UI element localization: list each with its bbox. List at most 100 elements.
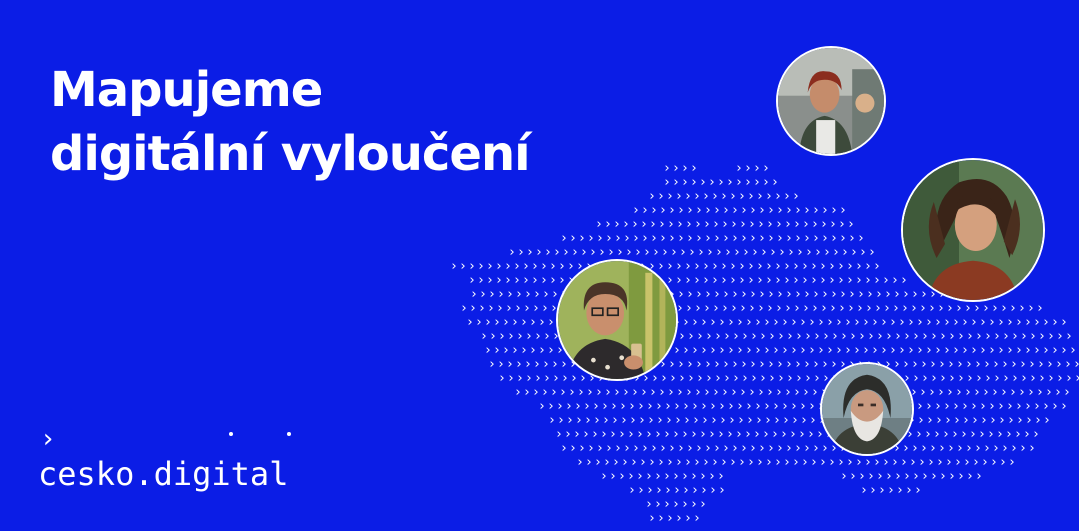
map-chevron-glyph: › <box>1023 427 1031 442</box>
map-chevron-glyph: › <box>484 343 492 358</box>
map-chevron-glyph: › <box>934 315 942 330</box>
map-chevron-glyph: › <box>663 175 671 190</box>
map-chevron-glyph: › <box>1011 329 1019 344</box>
map-chevron-glyph: › <box>785 441 793 456</box>
map-chevron-glyph: › <box>569 441 577 456</box>
map-chevron-glyph: › <box>1036 301 1044 316</box>
map-chevron-glyph: › <box>666 511 674 526</box>
senior-woman-phone-portrait-icon <box>558 261 676 379</box>
map-chevron-glyph: › <box>551 357 559 372</box>
map-chevron-glyph: › <box>971 413 979 428</box>
map-chevron-glyph: › <box>736 315 744 330</box>
map-chevron-glyph: › <box>820 217 828 232</box>
map-chevron-glyph: › <box>869 483 877 498</box>
map-chevron-glyph: › <box>857 287 865 302</box>
map-chevron-glyph: › <box>694 385 702 400</box>
map-chevron-glyph: › <box>739 385 747 400</box>
map-chevron-glyph: › <box>614 231 622 246</box>
map-chevron-glyph: › <box>529 315 537 330</box>
map-chevron-glyph: › <box>693 259 701 274</box>
map-chevron-glyph: › <box>1019 441 1027 456</box>
map-chevron-glyph: › <box>722 231 730 246</box>
map-chevron-glyph: › <box>903 329 911 344</box>
map-chevron-glyph: › <box>876 469 884 484</box>
map-chevron-glyph: › <box>515 357 523 372</box>
map-chevron-glyph: › <box>844 315 852 330</box>
map-chevron-glyph: › <box>703 385 711 400</box>
map-chevron-glyph: › <box>629 413 637 428</box>
map-chevron-glyph: › <box>753 175 761 190</box>
map-chevron-glyph: › <box>826 343 834 358</box>
map-chevron-glyph: › <box>718 343 726 358</box>
map-chevron-glyph: › <box>793 301 801 316</box>
map-chevron-glyph: › <box>514 301 522 316</box>
map-chevron-glyph: › <box>672 427 680 442</box>
map-chevron-glyph: › <box>828 259 836 274</box>
map-chevron-glyph: › <box>924 427 932 442</box>
map-chevron-glyph: › <box>787 245 795 260</box>
map-chevron-glyph: › <box>618 427 626 442</box>
map-chevron-glyph: › <box>998 413 1006 428</box>
map-chevron-glyph: › <box>547 343 555 358</box>
map-chevron-glyph: › <box>810 273 818 288</box>
map-chevron-glyph: › <box>711 189 719 204</box>
map-chevron-glyph: › <box>748 217 756 232</box>
map-chevron-glyph: › <box>756 273 764 288</box>
map-chevron-glyph: › <box>691 343 699 358</box>
map-chevron-glyph: › <box>641 441 649 456</box>
map-chevron-glyph: › <box>966 469 974 484</box>
map-chevron-glyph: › <box>926 413 934 428</box>
map-chevron-glyph: › <box>531 259 539 274</box>
map-chevron-glyph: › <box>943 399 951 414</box>
map-chevron-glyph: › <box>1020 371 1028 386</box>
map-chevron-glyph: › <box>766 217 774 232</box>
map-chevron-glyph: › <box>957 371 965 386</box>
map-chevron-glyph: › <box>663 427 671 442</box>
map-chevron-glyph: › <box>973 385 981 400</box>
map-chevron-glyph: › <box>622 385 630 400</box>
map-chevron-glyph: › <box>587 441 595 456</box>
map-chevron-glyph: › <box>796 245 804 260</box>
map-chevron-glyph: › <box>1054 385 1062 400</box>
map-chevron-glyph: › <box>636 427 644 442</box>
map-chevron-glyph: › <box>600 469 608 484</box>
map-chevron-glyph: › <box>982 385 990 400</box>
map-chevron-glyph: › <box>677 231 685 246</box>
map-chevron-glyph: › <box>812 441 820 456</box>
map-chevron-glyph: › <box>847 301 855 316</box>
map-chevron-glyph: › <box>801 259 809 274</box>
map-chevron-glyph: › <box>790 315 798 330</box>
map-chevron-glyph: › <box>654 497 662 512</box>
map-chevron-glyph: › <box>969 427 977 442</box>
map-chevron-glyph: › <box>975 329 983 344</box>
map-chevron-glyph: › <box>948 371 956 386</box>
map-chevron-glyph: › <box>867 329 875 344</box>
map-chevron-glyph: › <box>829 217 837 232</box>
map-chevron-glyph: › <box>847 217 855 232</box>
map-chevron-glyph: › <box>965 357 973 372</box>
map-chevron-glyph: › <box>794 231 802 246</box>
map-chevron-glyph: › <box>1005 427 1013 442</box>
map-chevron-glyph: › <box>745 315 753 330</box>
map-chevron-glyph: › <box>1018 385 1026 400</box>
map-chevron-glyph: › <box>955 301 963 316</box>
map-chevron-glyph: › <box>921 329 929 344</box>
map-chevron-glyph: › <box>943 315 951 330</box>
map-chevron-glyph: › <box>758 441 766 456</box>
map-chevron-glyph: › <box>784 217 792 232</box>
map-chevron-glyph: › <box>930 371 938 386</box>
map-chevron-glyph: › <box>912 469 920 484</box>
map-chevron-glyph: › <box>783 259 791 274</box>
map-chevron-glyph: › <box>641 231 649 246</box>
map-chevron-glyph: › <box>930 329 938 344</box>
map-chevron-glyph: › <box>533 287 541 302</box>
map-chevron-glyph: › <box>496 301 504 316</box>
map-chevron-glyph: › <box>939 371 947 386</box>
map-chevron-glyph: › <box>790 343 798 358</box>
map-chevron-glyph: › <box>486 259 494 274</box>
map-chevron-glyph: › <box>732 329 740 344</box>
logo-dot-icon <box>229 432 233 436</box>
map-chevron-glyph: › <box>668 357 676 372</box>
map-chevron-glyph: › <box>658 217 666 232</box>
map-chevron-glyph: › <box>586 385 594 400</box>
